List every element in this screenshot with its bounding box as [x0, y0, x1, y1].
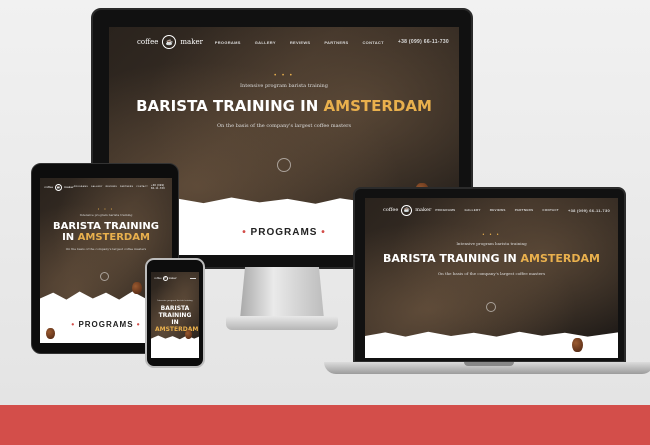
programs-dot-left: • [71, 320, 76, 329]
logo-word-2: maker [168, 276, 177, 280]
menu-programs[interactable]: PROGRAMS [435, 208, 455, 212]
programs-dot-left: • [242, 227, 247, 238]
play-button[interactable] [277, 158, 291, 172]
hero-tagline: Intensive program barista training [157, 300, 193, 302]
menu-reviews[interactable]: REVIEWS [106, 186, 117, 188]
laptop-screen: coffee ☕ maker PROGRAMS GALLERY REVIEWS … [365, 198, 618, 358]
menu-reviews[interactable]: REVIEWS [490, 208, 506, 212]
phone-number[interactable]: +38 (099) 66-11-730 [151, 184, 168, 190]
hero-tagline: Intensive program barista training [79, 213, 133, 217]
bottom-accent-bar [0, 405, 650, 445]
nav-bar: coffee ☕ maker PROGRAMS GALLERY REVIEWS … [109, 27, 459, 57]
main-menu: PROGRAMS GALLERY REVIEWS PARTNERS CONTAC… [435, 208, 610, 213]
coffee-cup-icon: ☕ [162, 275, 168, 281]
phone-number[interactable]: +38 (099) 66-11-730 [398, 39, 449, 45]
menu-partners[interactable]: PARTNERS [120, 186, 133, 188]
hero-subtitle: On the basis of the company's largest co… [216, 123, 352, 129]
hero-dots: • • • [274, 73, 294, 79]
hero-subtitle: On the basis of the company's largest co… [65, 247, 147, 251]
smartphone: coffee ☕ maker Intensive program barista… [145, 258, 205, 368]
hamburger-line [190, 277, 196, 279]
menu-gallery[interactable]: GALLERY [464, 208, 480, 212]
logo-word-1: coffee [154, 276, 162, 280]
logo-word-2: maker [64, 185, 74, 189]
logo[interactable]: coffee ☕ maker [154, 275, 177, 281]
hero-title: BARISTA TRAINING IN AMSTERDAM [365, 252, 618, 265]
hero: Intensive program barista training BARIS… [151, 300, 199, 333]
hero-subtitle: On the basis of the company's largest co… [437, 271, 546, 276]
logo-word-1: coffee [44, 185, 54, 189]
logo-word-1: coffee [383, 207, 399, 213]
menu-partners[interactable]: PARTNERS [515, 208, 534, 212]
coffee-cup-icon: ☕ [401, 204, 413, 216]
logo[interactable]: coffee ☕ maker [137, 35, 203, 49]
hero-title-highlight: AMSTERDAM [323, 97, 432, 115]
hero-title-highlight: AMSTERDAM [77, 232, 150, 243]
coffee-bean-icon [185, 330, 192, 339]
laptop-notch [464, 362, 514, 366]
menu-programs[interactable]: PROGRAMS [215, 40, 241, 45]
phone-screen: coffee ☕ maker Intensive program barista… [151, 272, 199, 358]
phone-number[interactable]: +38 (099) 66-11-730 [568, 208, 610, 213]
monitor-stand [240, 267, 324, 319]
hero-title: BARISTA TRAINING IN AMSTERDAM [40, 221, 172, 243]
hero-title-text: BARISTA TRAINING IN [383, 252, 521, 265]
hero-title-text: BARISTA TRAINING IN [158, 305, 192, 326]
hero-tagline: Intensive program barista training [240, 83, 328, 89]
laptop: coffee ☕ maker PROGRAMS GALLERY REVIEWS … [353, 187, 626, 363]
main-menu: PROGRAMS GALLERY REVIEWS PARTNERS CONTAC… [215, 39, 449, 45]
menu-contact[interactable]: CONTACT [362, 40, 383, 45]
coffee-bean-icon [46, 328, 55, 339]
logo[interactable]: coffee ☕ maker [383, 204, 432, 216]
coffee-bean-icon [132, 282, 142, 294]
logo-word-2: maker [180, 38, 203, 46]
hero: • • • Intensive program barista training… [365, 232, 618, 276]
play-button[interactable] [100, 272, 109, 281]
hero-title-highlight: AMSTERDAM [520, 252, 600, 265]
menu-partners[interactable]: PARTNERS [324, 40, 348, 45]
play-button[interactable] [486, 302, 496, 312]
hero-tagline: Intensive program barista training [456, 241, 527, 246]
coffee-bean-icon [572, 338, 583, 352]
coffee-cup-icon: ☕ [162, 35, 177, 49]
coffee-cup-icon: ☕ [55, 183, 63, 191]
programs-dot-right: • [321, 227, 326, 238]
hero-title-highlight: AMSTERDAM [155, 326, 199, 333]
menu-gallery[interactable]: GALLERY [91, 186, 103, 188]
monitor-foot [226, 316, 338, 330]
hero-title-text: BARISTA TRAINING IN [136, 97, 324, 115]
menu-reviews[interactable]: REVIEWS [290, 40, 311, 45]
menu-programs[interactable]: PROGRAMS [74, 186, 88, 188]
logo-word-2: maker [415, 207, 432, 213]
nav-bar: coffee ☕ maker PROGRAMS GALLERY REVIEWS … [40, 178, 172, 196]
hero-title: BARISTA TRAINING IN AMSTERDAM [109, 97, 459, 115]
menu-contact[interactable]: CONTACT [136, 186, 148, 188]
logo-word-1: coffee [137, 38, 159, 46]
logo[interactable]: coffee ☕ maker [44, 183, 74, 191]
hamburger-menu-icon[interactable] [190, 277, 196, 279]
programs-dot-right: • [136, 320, 141, 329]
torn-paper-section [151, 335, 199, 358]
programs-label: PROGRAMS [250, 227, 318, 238]
hero: • • • Intensive program barista training… [109, 73, 459, 129]
menu-contact[interactable]: CONTACT [542, 208, 559, 212]
menu-gallery[interactable]: GALLERY [255, 40, 276, 45]
nav-bar: coffee ☕ maker PROGRAMS GALLERY REVIEWS … [365, 198, 618, 222]
hero: • • • Intensive program barista training… [40, 206, 172, 251]
hero-title: BARISTA TRAINING IN AMSTERDAM [151, 305, 199, 333]
programs-label: PROGRAMS [78, 320, 134, 329]
nav-bar: coffee ☕ maker [151, 272, 199, 284]
hero-dots: • • • [97, 206, 115, 211]
hero-dots: • • • [482, 232, 501, 238]
main-menu: PROGRAMS GALLERY REVIEWS PARTNERS CONTAC… [74, 184, 168, 190]
